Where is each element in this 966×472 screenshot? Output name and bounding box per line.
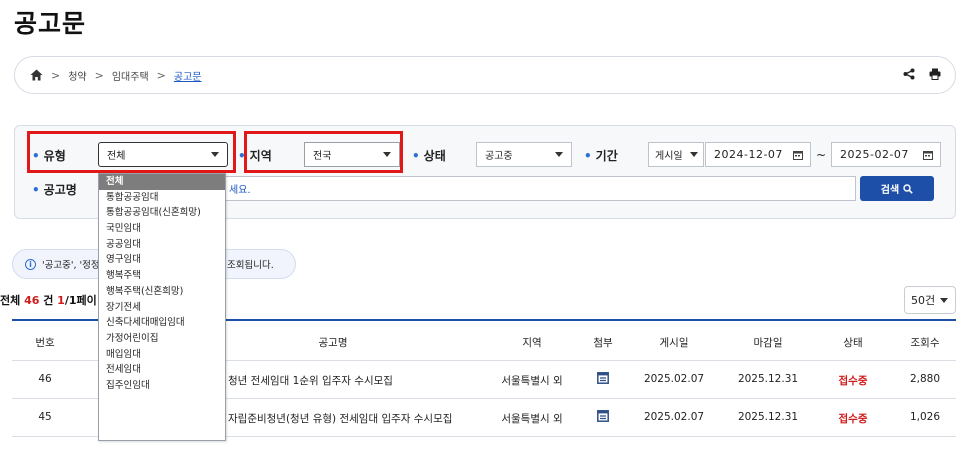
search-button[interactable]: 검색 [860,176,934,201]
home-icon[interactable] [29,68,43,82]
attachment-icon[interactable] [597,372,609,387]
breadcrumb: > 청약 > 임대주택 > 공고문 [14,56,956,94]
type-option[interactable]: 행복주택(신혼희망) [99,284,225,300]
row-number: 45 [38,411,52,423]
type-option[interactable]: 신축다세대매입임대 [99,315,225,331]
type-option[interactable]: 가정어린이집 [99,331,225,347]
row-region: 서울특별시 외 [501,375,563,387]
chevron-right-icon: > [156,68,166,82]
type-option-all[interactable]: 전체 [99,174,225,190]
filter-period-label: • 기간 [584,149,618,163]
start-date-input[interactable]: 2024-12-07 [705,142,811,167]
row-deadline-date: 2025.12.31 [737,373,799,385]
type-option[interactable]: 통합공공임대 [99,190,225,206]
chevron-down-icon [690,152,698,157]
print-icon[interactable] [929,68,941,83]
info-icon: i [25,258,36,270]
row-views: 2,880 [909,373,941,385]
row-region: 서울특별시 외 [501,413,563,425]
column-header-deadline: 마감일 [753,337,783,349]
column-header-posted: 게시일 [659,337,689,349]
search-icon [903,183,913,194]
chevron-down-icon [555,152,563,157]
breadcrumb-item-rental[interactable]: 임대주택 [112,68,149,83]
type-option[interactable]: 집주인임대 [99,378,225,394]
attachment-icon[interactable] [597,410,609,425]
type-option[interactable]: 매입임대 [99,347,225,363]
type-dropdown-list[interactable]: 전체 통합공공임대 통합공공임대(신혼희망) 국민임대 공공임대 영구임대 행복… [98,173,226,441]
type-option[interactable]: 공공임대 [99,237,225,253]
row-title-link[interactable]: 청년 전세임대 1순위 입주자 수시모집 [228,373,393,388]
calendar-icon[interactable] [923,150,933,163]
type-option[interactable]: 전세임대 [99,362,225,378]
share-icon[interactable] [903,68,915,83]
status-badge: 접수중 [838,413,868,425]
column-header-status: 상태 [843,337,863,349]
row-posted-date: 2025.02.07 [643,373,705,385]
chevron-down-icon [940,298,948,303]
type-option[interactable]: 영구임대 [99,252,225,268]
page-title: 공고문 [14,9,87,38]
result-summary: 전체 46 건 1/1페이 [0,294,97,307]
chevron-right-icon: > [51,68,61,82]
type-option[interactable]: 국민임대 [99,221,225,237]
column-header-attachment: 첨부 [593,337,613,349]
status-badge: 접수중 [838,375,868,387]
column-header-region: 지역 [522,337,542,349]
filter-status-label: • 상태 [412,149,446,163]
column-header-no: 번호 [35,337,55,349]
calendar-icon[interactable] [793,150,803,163]
breadcrumb-item-notice[interactable]: 공고문 [174,68,202,83]
type-option[interactable]: 장기전세 [99,300,225,316]
row-number: 46 [38,373,52,385]
filter-name-label: • 공고명 [32,183,77,197]
highlight-type-filter [27,131,236,173]
per-page-select[interactable]: 50건 [904,286,956,314]
column-header-views: 조회수 [910,337,940,349]
row-posted-date: 2025.02.07 [643,411,705,423]
chevron-right-icon: > [94,68,104,82]
row-title-link[interactable]: 자립준비청년(청년 유형) 전세임대 입주자 수시모집 [228,411,452,426]
date-range-separator: ~ [816,148,827,162]
column-header-title: 공고명 [318,337,348,349]
end-date-input[interactable]: 2025-02-07 [831,142,941,167]
row-deadline-date: 2025.12.31 [737,411,799,423]
status-select[interactable]: 공고중 [476,142,572,167]
period-basis-select[interactable]: 게시일 [648,142,704,167]
type-option[interactable]: 행복주택 [99,268,225,284]
highlight-region-filter [244,131,403,173]
breadcrumb-item-subscription[interactable]: 청약 [68,68,86,83]
row-views: 1,026 [909,411,941,423]
type-option[interactable]: 통합공공임대(신혼희망) [99,205,225,221]
